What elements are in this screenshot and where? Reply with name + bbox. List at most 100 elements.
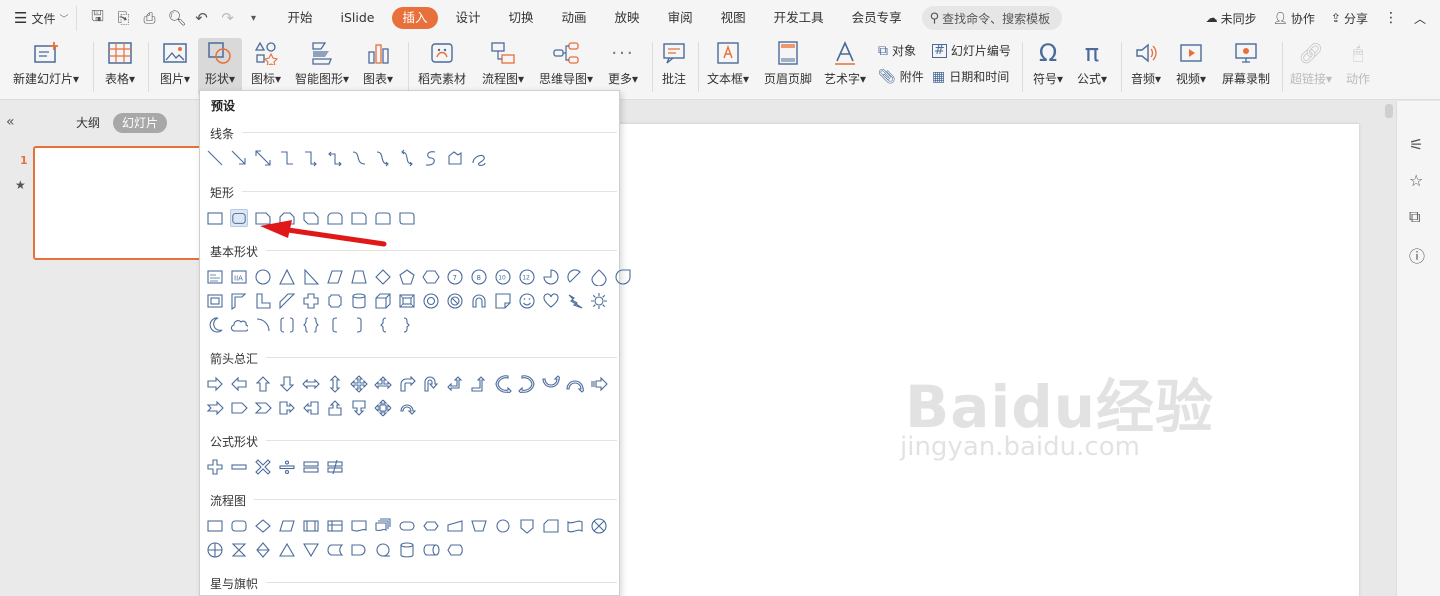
shape-curve-icon[interactable]: [350, 149, 368, 167]
tab-home[interactable]: 开始: [273, 7, 326, 29]
icon-button[interactable]: 图标▾: [246, 38, 286, 96]
shape-pie-icon[interactable]: [542, 268, 560, 286]
shape-bevel-icon[interactable]: [398, 292, 416, 310]
shape-noteq-icon[interactable]: [326, 458, 344, 476]
shape-teardrop-icon[interactable]: [614, 268, 632, 286]
shape-cube-icon[interactable]: [374, 292, 392, 310]
shape-dodec-icon[interactable]: 12: [518, 268, 536, 286]
shape-falt-icon[interactable]: [230, 517, 248, 535]
tab-review[interactable]: 审阅: [654, 7, 707, 29]
datetime-button[interactable]: ▦ 日期和时间: [932, 68, 1009, 85]
shape-bentarrow-icon[interactable]: [398, 375, 416, 393]
shape-div-icon[interactable]: [278, 458, 296, 476]
shape-tear-icon[interactable]: [590, 268, 608, 286]
shape-fprocess-icon[interactable]: [206, 517, 224, 535]
shape-cross-icon[interactable]: [302, 292, 320, 310]
sync-status[interactable]: ☁ 未同步: [1206, 10, 1257, 27]
shape-curved-icon[interactable]: [398, 149, 416, 167]
shape-fdata-icon[interactable]: [278, 517, 296, 535]
shape-for-icon[interactable]: [206, 541, 224, 559]
shape-fsumj-icon[interactable]: [590, 517, 608, 535]
shape-darrow-icon[interactable]: [254, 149, 272, 167]
shape-fconn-icon[interactable]: [494, 517, 512, 535]
shape-fterm-icon[interactable]: [398, 517, 416, 535]
shape-alr-icon[interactable]: [302, 375, 320, 393]
shape-diamond-icon[interactable]: [374, 268, 392, 286]
shape-rbracket-icon[interactable]: [350, 316, 368, 334]
shape-quadc-icon[interactable]: [374, 399, 392, 417]
shape-fsort-icon[interactable]: [254, 541, 272, 559]
collapse-panel-icon[interactable]: «: [6, 114, 15, 130]
shape-fmulti-icon[interactable]: [374, 517, 392, 535]
shape-trap-icon[interactable]: [350, 268, 368, 286]
comment-button[interactable]: 批注: [656, 38, 692, 96]
shape-foff-icon[interactable]: [518, 517, 536, 535]
shape-fdoc-icon[interactable]: [350, 517, 368, 535]
shape-ftape-icon[interactable]: [566, 517, 584, 535]
shape-fcard-icon[interactable]: [542, 517, 560, 535]
tab-animations[interactable]: 动画: [548, 7, 601, 29]
symbol-button[interactable]: Ω 符号▾: [1028, 38, 1068, 96]
customize-chevron-icon[interactable]: ▾: [245, 13, 261, 24]
undo-icon[interactable]: ↶: [193, 9, 209, 27]
flowchart-button[interactable]: 流程图▾: [478, 38, 528, 96]
shape-alru-icon[interactable]: [374, 375, 392, 393]
shape-plus-icon[interactable]: [206, 458, 224, 476]
shape-lbracket-icon[interactable]: [326, 316, 344, 334]
shape-rrect-icon[interactable]: [230, 209, 248, 227]
shape-curvedd-icon[interactable]: [566, 375, 584, 393]
print-icon[interactable]: ⎙: [141, 9, 157, 27]
more-options-icon[interactable]: ⋮: [1384, 10, 1398, 26]
shape-lshape-icon[interactable]: [254, 292, 272, 310]
chart-button[interactable]: 图表▾: [359, 38, 397, 96]
shape-fmerge-icon[interactable]: [302, 541, 320, 559]
shape-rbrace-icon[interactable]: [398, 316, 416, 334]
shape-chord-icon[interactable]: [566, 268, 584, 286]
shape-frame-icon[interactable]: [206, 292, 224, 310]
redo-icon[interactable]: ↷: [219, 9, 235, 27]
table-button[interactable]: 表格▾: [99, 38, 141, 96]
shape-fdirect-icon[interactable]: [422, 541, 440, 559]
shape-arrowline-icon[interactable]: [230, 149, 248, 167]
wordart-button[interactable]: 艺术字▾: [820, 38, 870, 96]
tab-design[interactable]: 设计: [442, 7, 495, 29]
shape-elbow-icon[interactable]: [278, 149, 296, 167]
shape-curvedl-icon[interactable]: [518, 375, 536, 393]
shape-lbrace-icon[interactable]: [374, 316, 392, 334]
shape-dac-icon[interactable]: [350, 399, 368, 417]
audio-button[interactable]: 音频▾: [1126, 38, 1166, 96]
animation-icon[interactable]: ☆: [1409, 171, 1423, 190]
shape-button[interactable]: 形状▾: [198, 38, 242, 96]
tab-developer[interactable]: 开发工具: [760, 7, 838, 29]
shape-elbowd-icon[interactable]: [326, 149, 344, 167]
hyperlink-button[interactable]: 🔗︎ 超链接▾: [1288, 38, 1334, 96]
shape-diagstripe-icon[interactable]: [278, 292, 296, 310]
tab-islide[interactable]: iSlide: [327, 7, 389, 29]
shape-bentup-icon[interactable]: [470, 375, 488, 393]
shape-ar-icon[interactable]: [206, 375, 224, 393]
tab-slides[interactable]: 幻灯片: [113, 113, 168, 133]
textbox-button[interactable]: 文本框▾: [704, 38, 752, 96]
shape-au-icon[interactable]: [254, 375, 272, 393]
help-icon[interactable]: ⓘ: [1409, 243, 1425, 267]
shape-fseq-icon[interactable]: [374, 541, 392, 559]
shape-finternal-icon[interactable]: [326, 517, 344, 535]
shape-cloud-icon[interactable]: [230, 316, 248, 334]
shape-lightning-icon[interactable]: [566, 292, 584, 310]
shape-al-icon[interactable]: [230, 375, 248, 393]
shape-rtri-icon[interactable]: [302, 268, 320, 286]
shape-arc2-icon[interactable]: [470, 292, 488, 310]
tab-view[interactable]: 视图: [707, 7, 760, 29]
shape-freeform-icon[interactable]: [446, 149, 464, 167]
shape-fdelay-icon[interactable]: [350, 541, 368, 559]
tab-transitions[interactable]: 切换: [495, 7, 548, 29]
print-preview-icon[interactable]: 🔍︎: [167, 9, 186, 27]
shape-textbox-icon[interactable]: [206, 268, 224, 286]
shape-nosymbol-icon[interactable]: [446, 292, 464, 310]
properties-icon[interactable]: ⚟: [1409, 135, 1423, 154]
shape-uturn-icon[interactable]: [422, 375, 440, 393]
shape-plaque-icon[interactable]: [326, 292, 344, 310]
new-slide-button[interactable]: 新建幻灯片▾: [8, 38, 84, 96]
shape-elbowa-icon[interactable]: [302, 149, 320, 167]
tab-insert[interactable]: 插入: [392, 7, 438, 29]
